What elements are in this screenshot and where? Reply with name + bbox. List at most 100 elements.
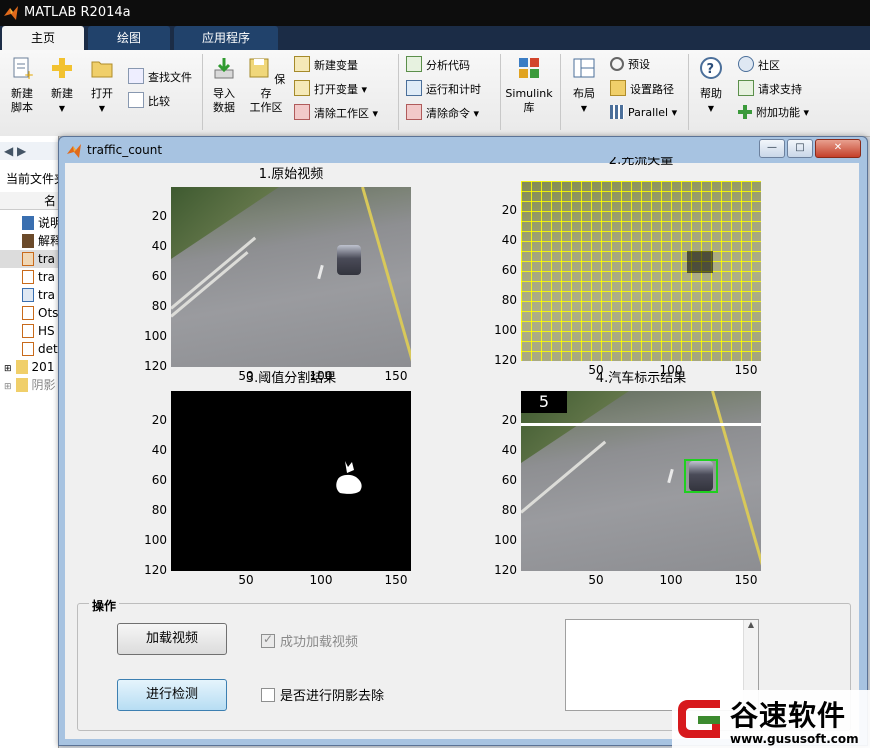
find-files-icon — [128, 68, 144, 84]
y-tick-label: 40 — [151, 443, 167, 457]
tab-apps[interactable]: 应用程序 — [174, 26, 278, 50]
mfile-icon — [22, 324, 34, 338]
column-header-name[interactable]: 名 — [0, 192, 58, 210]
moving-region — [687, 251, 713, 273]
plus-icon — [52, 58, 72, 78]
new-script-icon: + — [13, 57, 34, 82]
find-files-button[interactable]: 查找文件 — [128, 68, 192, 86]
help-label: 帮助 — [700, 87, 722, 100]
x-tick-label: 150 — [384, 573, 408, 587]
ribbon-separator — [398, 54, 399, 130]
file-row[interactable]: 说明 — [0, 214, 58, 232]
import-data-button[interactable]: 导入 数据 — [206, 56, 242, 115]
file-row[interactable]: 解释 — [0, 232, 58, 250]
axes-car-labeling: 5 — [521, 391, 761, 571]
file-row[interactable]: tra — [0, 286, 58, 304]
tab-home[interactable]: 主页 — [2, 26, 84, 50]
axes-4-title: 4.汽车标示结果 — [595, 371, 687, 386]
ribbon-separator — [560, 54, 561, 130]
new-variable-button[interactable]: 新建变量 — [294, 56, 358, 74]
community-button[interactable]: 社区 — [738, 56, 780, 74]
close-button[interactable]: ✕ — [815, 139, 861, 158]
mfile-icon — [22, 270, 34, 284]
folder-icon — [15, 360, 28, 374]
folder-row[interactable]: ⊞ 201 — [0, 358, 58, 376]
preferences-button[interactable]: 预设 — [610, 56, 650, 74]
car — [337, 245, 361, 275]
axes-3-title: 3.阈值分割结果 — [245, 371, 337, 386]
simulink-library-button[interactable]: Simulink 库 — [504, 56, 554, 115]
save-workspace-icon — [249, 58, 269, 78]
parallel-icon — [610, 105, 624, 119]
file-row-selected[interactable]: tra — [0, 250, 58, 268]
ribbon-separator — [500, 54, 501, 130]
analyze-code-icon — [406, 56, 422, 72]
load-video-button[interactable]: 加载视频 — [117, 623, 227, 655]
folder-icon — [15, 378, 28, 392]
x-tick-label: 150 — [734, 363, 758, 377]
video-loaded-checkbox[interactable]: ✓ 成功加载视频 — [261, 631, 358, 650]
clear-workspace-icon — [294, 104, 310, 120]
current-folder-header: 当前文件夹 — [6, 172, 64, 186]
addons-button[interactable]: 附加功能 ▾ — [738, 104, 809, 122]
x-tick-label: 50 — [588, 363, 604, 377]
clear-workspace-button[interactable]: 清除工作区 ▾ — [294, 104, 378, 122]
detection-box — [684, 459, 718, 493]
figure-canvas: 1.原始视频 2.光流矢量 3.阈值分割结果 4.汽车标示结果 5 20 40 … — [65, 157, 859, 739]
parallel-button[interactable]: Parallel ▾ — [610, 104, 677, 122]
y-tick-label: 60 — [501, 473, 517, 487]
nav-arrows[interactable]: ◀ ▶ — [0, 142, 58, 160]
file-row[interactable]: det — [0, 340, 58, 358]
x-tick-label: 100 — [309, 573, 333, 587]
y-tick-label: 80 — [151, 503, 167, 517]
layout-button[interactable]: 布局 ▼ — [566, 56, 602, 116]
ribbon-tabs: 主页 绘图 应用程序 — [0, 26, 870, 50]
y-tick-label: 80 — [501, 503, 517, 517]
fig-icon — [22, 288, 34, 302]
addons-icon — [738, 105, 752, 119]
save-workspace-button[interactable]: 保存 工作区 — [246, 56, 286, 115]
set-path-button[interactable]: 设置路径 — [610, 80, 674, 98]
community-icon — [738, 56, 754, 72]
y-tick-label: 120 — [144, 563, 167, 577]
scroll-up-icon: ▲ — [747, 620, 755, 629]
analyze-code-button[interactable]: 分析代码 — [406, 56, 470, 74]
shadow-removal-checkbox[interactable]: 是否进行阴影去除 — [261, 685, 384, 704]
watermark: 谷速软件 www.gususoft.com — [672, 690, 870, 748]
new-button[interactable]: 新建 ▼ — [44, 56, 80, 116]
check-mark-icon: ✓ — [263, 632, 274, 646]
y-tick-label: 40 — [501, 443, 517, 457]
layout-label: 布局 — [573, 87, 595, 100]
checkbox-box — [261, 688, 275, 702]
open-button[interactable]: 打开 ▼ — [84, 56, 120, 116]
folder-row[interactable]: ⊞ 阴影 — [0, 376, 58, 394]
matlab-logo-icon — [4, 6, 18, 20]
x-tick-label: 50 — [238, 369, 254, 383]
x-tick-label: 100 — [659, 363, 683, 377]
watermark-url: www.gususoft.com — [730, 732, 859, 746]
new-label: 新建 — [51, 87, 73, 100]
request-support-button[interactable]: 请求支持 — [738, 80, 802, 98]
file-row[interactable]: tra — [0, 268, 58, 286]
new-script-button[interactable]: + 新建 脚本 — [4, 56, 40, 115]
axes-1-title: 1.原始视频 — [258, 167, 324, 182]
clear-commands-button[interactable]: 清除命令 ▾ — [406, 104, 479, 122]
compare-button[interactable]: 比较 — [128, 92, 170, 110]
axes-original-video — [171, 187, 411, 367]
open-variable-button[interactable]: 打开变量 ▾ — [294, 80, 367, 98]
help-icon: ? — [700, 57, 722, 79]
maximize-button[interactable]: □ — [787, 139, 813, 158]
y-tick-label: 20 — [151, 209, 167, 223]
run-and-time-button[interactable]: 运行和计时 — [406, 80, 481, 98]
help-button[interactable]: ? 帮助 ▼ — [694, 56, 728, 116]
ribbon-separator — [688, 54, 689, 130]
file-row[interactable]: HS — [0, 322, 58, 340]
file-row[interactable]: Ots — [0, 304, 58, 322]
minimize-button[interactable]: — — [759, 139, 785, 158]
support-icon — [738, 80, 754, 96]
counting-line — [521, 423, 761, 426]
new-script-label: 新建 脚本 — [11, 87, 33, 114]
tab-plots[interactable]: 绘图 — [88, 26, 170, 50]
start-detection-button[interactable]: 进行检测 — [117, 679, 227, 711]
ribbon-separator — [202, 54, 203, 130]
